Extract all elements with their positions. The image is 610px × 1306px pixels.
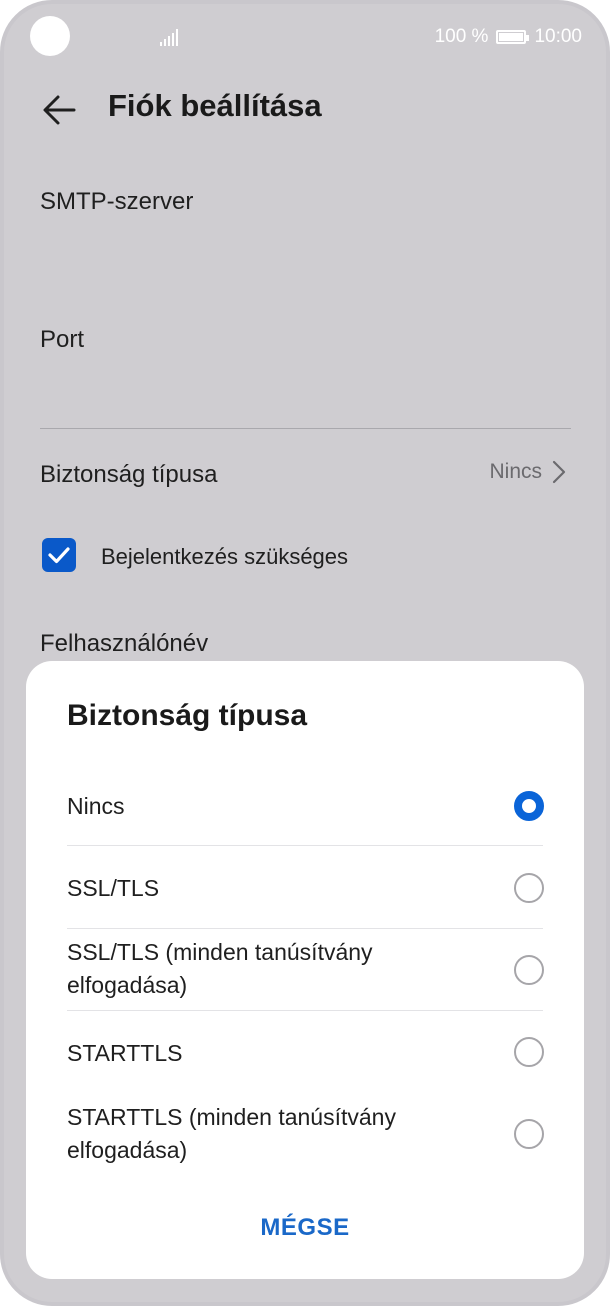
option-divider xyxy=(67,1010,543,1011)
back-arrow-icon[interactable] xyxy=(40,90,80,130)
login-required-label: Bejelentkezés szükséges xyxy=(101,544,349,569)
security-type-value[interactable]: Nincs xyxy=(489,460,566,484)
radio-button[interactable] xyxy=(514,873,544,903)
status-bar: 100 % 10:00 xyxy=(4,4,606,74)
radio-button[interactable] xyxy=(514,1037,544,1067)
option-divider xyxy=(67,845,543,846)
front-camera-cutout xyxy=(30,16,70,56)
security-value-text: Nincs xyxy=(489,460,542,483)
status-right: 100 % 10:00 xyxy=(435,26,582,48)
username-label[interactable]: Felhasználónév xyxy=(40,630,208,658)
option-label: SSL/TLS xyxy=(67,875,160,901)
phone-frame: 100 % 10:00 Fiók beállítása SMTP-szerver… xyxy=(0,0,610,1306)
radio-button-selected[interactable] xyxy=(514,791,544,821)
option-label: STARTTLS (minden tanúsítvány elfogadása) xyxy=(67,1104,396,1163)
radio-button[interactable] xyxy=(514,1119,544,1149)
cancel-button[interactable]: MÉGSE xyxy=(26,1214,584,1242)
battery-icon xyxy=(496,30,530,44)
battery-percent: 100 % xyxy=(434,26,489,47)
option-label: SSL/TLS (minden tanúsítvány elfogadása) xyxy=(67,939,373,998)
option-divider xyxy=(67,928,543,929)
checkmark-icon xyxy=(48,547,70,564)
signal-icon xyxy=(160,29,178,46)
chevron-right-icon xyxy=(552,460,566,484)
page-title: Fiók beállítása xyxy=(108,88,322,123)
dialog-title: Biztonság típusa xyxy=(67,699,308,732)
app-bar: Fiók beállítása xyxy=(4,74,606,144)
divider xyxy=(40,428,571,429)
clock: 10:00 xyxy=(534,26,582,47)
security-type-dialog: Biztonság típusa Nincs SSL/TLS SSL/TLS (… xyxy=(26,661,584,1279)
login-required-checkbox[interactable] xyxy=(42,538,76,572)
option-label: STARTTLS xyxy=(67,1040,183,1066)
security-type-label[interactable]: Biztonság típusa xyxy=(40,461,217,489)
option-none[interactable]: Nincs xyxy=(67,787,544,827)
option-starttls[interactable]: STARTTLS xyxy=(67,1034,544,1074)
option-label: Nincs xyxy=(67,793,125,819)
option-starttls-accept-all[interactable]: STARTTLS (minden tanúsítvány elfogadása) xyxy=(67,1101,544,1171)
option-ssl-tls[interactable]: SSL/TLS xyxy=(67,869,544,909)
radio-button[interactable] xyxy=(514,955,544,985)
option-ssl-tls-accept-all[interactable]: SSL/TLS (minden tanúsítvány elfogadása) xyxy=(67,936,544,1006)
port-label[interactable]: Port xyxy=(40,326,84,354)
smtp-server-label[interactable]: SMTP-szerver xyxy=(40,188,193,216)
